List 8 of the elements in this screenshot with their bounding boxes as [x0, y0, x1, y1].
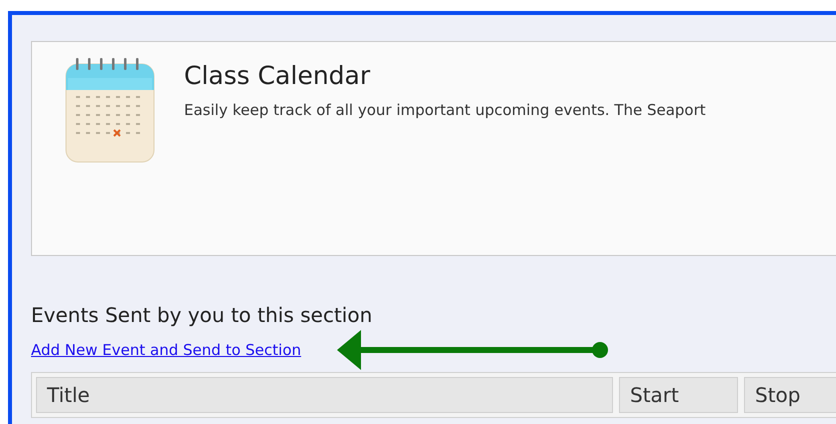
- section-heading: Events Sent by you to this section: [31, 302, 372, 328]
- card-description: Easily keep track of all your important upcoming events. The Seaport: [184, 100, 706, 120]
- column-header: Stop: [744, 377, 836, 413]
- column-header: Start: [619, 377, 738, 413]
- column-header: Title: [36, 377, 613, 413]
- arrow-icon: [337, 330, 610, 370]
- card-title: Class Calendar: [184, 60, 372, 92]
- add-event-link[interactable]: Add New Event and Send to Section: [31, 340, 302, 360]
